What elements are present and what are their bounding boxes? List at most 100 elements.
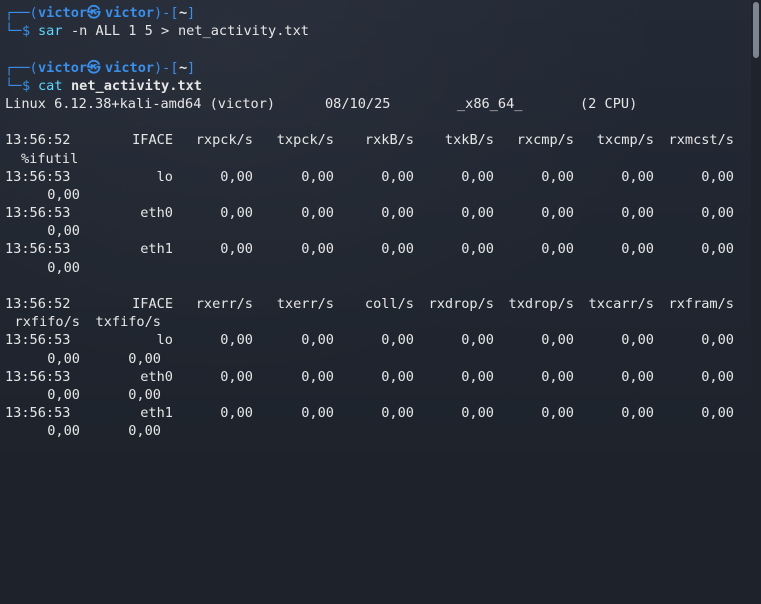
row-wrap-value: 0,00 bbox=[128, 350, 161, 367]
table-row: 13:56:53 lo 0,00 0,00 0,00 0,00 0,00 0,0… bbox=[5, 168, 750, 186]
prompt-bracket-end: ] bbox=[187, 5, 196, 21]
row-value: 0,00 bbox=[220, 405, 253, 422]
prompt-cwd: ~ bbox=[179, 59, 188, 76]
row-value: 0,00 bbox=[220, 368, 253, 385]
table-header-txpck: txpck/s bbox=[276, 132, 334, 149]
row-time: 13:56:53 bbox=[5, 405, 71, 422]
prompt-cwd: ~ bbox=[179, 5, 188, 21]
prompt-user: victor bbox=[38, 5, 88, 21]
row-wrap-value: 0,00 bbox=[47, 186, 80, 203]
table-header-iface: IFACE bbox=[132, 132, 173, 149]
scrollbar-thumb[interactable] bbox=[753, 2, 759, 58]
scrollbar-track[interactable] bbox=[751, 0, 761, 452]
table-header-wrap: %ifutil bbox=[5, 150, 750, 168]
prompt-user: victor bbox=[38, 59, 88, 76]
prompt-frame-top: ┌──( bbox=[5, 59, 38, 76]
prompt-at-symbol: ㉿ bbox=[87, 59, 101, 76]
row-value: 0,00 bbox=[621, 332, 654, 349]
row-time: 13:56:53 bbox=[5, 168, 71, 185]
prompt-frame-bottom: └─ bbox=[5, 77, 22, 94]
row-wrap-value: 0,00 bbox=[128, 423, 161, 440]
row-value: 0,00 bbox=[381, 332, 414, 349]
row-value: 0,00 bbox=[461, 368, 494, 385]
row-wrap-value: 0,00 bbox=[47, 259, 80, 276]
table-header-txcarr: txcarr/s bbox=[588, 296, 654, 312]
row-value: 0,00 bbox=[701, 332, 734, 349]
table-header-time: 13:56:52 bbox=[5, 296, 71, 312]
row-value: 0,00 bbox=[701, 405, 734, 422]
prompt-host: victor bbox=[105, 59, 155, 76]
row-value: 0,00 bbox=[621, 368, 654, 385]
row-value: 0,00 bbox=[621, 205, 654, 222]
sysinfo-kernel: Linux 6.12.38+kali-amd64 (victor) bbox=[5, 95, 276, 112]
table-row: 13:56:53 eth0 0,00 0,00 0,00 0,00 0,00 0… bbox=[5, 368, 750, 386]
command-name: sar bbox=[38, 23, 63, 40]
table-header-ifutil: %ifutil bbox=[21, 150, 79, 167]
row-value: 0,00 bbox=[301, 205, 334, 222]
row-value: 0,00 bbox=[301, 168, 334, 185]
table-row-wrap: 0,00 0,00 bbox=[5, 386, 750, 404]
table-header-row: 13:56:52 IFACE rxpck/s txpck/s rxkB/s tx… bbox=[5, 131, 750, 149]
row-value: 0,00 bbox=[461, 205, 494, 222]
command-target-file: net_activity.txt bbox=[178, 23, 309, 40]
table-row: 13:56:53 eth1 0,00 0,00 0,00 0,00 0,00 0… bbox=[5, 404, 750, 422]
command-name: cat bbox=[38, 77, 63, 94]
prompt-host: victor bbox=[105, 5, 155, 21]
table-row: 13:56:53 eth1 0,00 0,00 0,00 0,00 0,00 0… bbox=[5, 240, 750, 258]
table-header-rxerr: rxerr/s bbox=[195, 296, 253, 312]
table-header-rxcmp: rxcmp/s bbox=[516, 132, 574, 149]
row-value: 0,00 bbox=[301, 332, 334, 349]
table-header-rxpck: rxpck/s bbox=[195, 132, 253, 149]
row-value: 0,00 bbox=[381, 368, 414, 385]
row-value: 0,00 bbox=[301, 368, 334, 385]
row-value: 0,00 bbox=[461, 332, 494, 349]
table-header-txdrop: txdrop/s bbox=[508, 296, 574, 312]
sysinfo-arch: _x86_64_ bbox=[457, 95, 523, 112]
row-iface: eth1 bbox=[140, 241, 173, 258]
row-value: 0,00 bbox=[301, 405, 334, 422]
table-row: 13:56:53 eth0 0,00 0,00 0,00 0,00 0,00 0… bbox=[5, 204, 750, 222]
table-header-row: 13:56:52 IFACE rxerr/s txerr/s coll/s rx… bbox=[5, 295, 750, 313]
prompt-frame-top: ┌──( bbox=[5, 5, 38, 21]
row-value: 0,00 bbox=[541, 368, 574, 385]
prompt-header-line: ┌──(victor ㉿ victor)-[~] bbox=[5, 4, 750, 22]
sysinfo-date: 08/10/25 bbox=[325, 95, 391, 112]
prompt-command-line: └─ $ sar -n ALL 1 5 > net_activity.txt bbox=[5, 22, 750, 40]
row-value: 0,00 bbox=[220, 168, 253, 185]
row-value: 0,00 bbox=[621, 405, 654, 422]
row-value: 0,00 bbox=[220, 241, 253, 258]
row-wrap-value: 0,00 bbox=[128, 386, 161, 403]
row-wrap-value: 0,00 bbox=[47, 386, 80, 403]
row-value: 0,00 bbox=[541, 332, 574, 349]
row-value: 0,00 bbox=[701, 368, 734, 385]
row-value: 0,00 bbox=[621, 241, 654, 258]
table-row-wrap: 0,00 0,00 bbox=[5, 350, 750, 368]
row-iface: eth0 bbox=[140, 368, 173, 385]
table-row: 13:56:53 lo 0,00 0,00 0,00 0,00 0,00 0,0… bbox=[5, 331, 750, 349]
prompt-bracket-mid: )-[ bbox=[154, 59, 179, 76]
row-time: 13:56:53 bbox=[5, 332, 71, 349]
terminal-window[interactable]: ┌──(victor ㉿ victor)-[~] └─ $ sar -n ALL 1 5 >… bbox=[0, 0, 761, 452]
row-iface: lo bbox=[156, 332, 173, 349]
table-header-txcmp: txcmp/s bbox=[596, 132, 654, 149]
command-target-file: net_activity.txt bbox=[71, 77, 202, 94]
row-value: 0,00 bbox=[541, 405, 574, 422]
row-value: 0,00 bbox=[381, 241, 414, 258]
prompt-command-line: └─ $ cat net_activity.txt bbox=[5, 77, 750, 95]
terminal-output[interactable]: ┌──(victor ㉿ victor)-[~] └─ $ sar -n ALL 1 5 >… bbox=[5, 4, 750, 441]
row-iface: eth1 bbox=[140, 405, 173, 422]
row-value: 0,00 bbox=[541, 168, 574, 185]
prompt-dollar: $ bbox=[22, 77, 31, 94]
prompt-dollar: $ bbox=[22, 23, 31, 40]
row-value: 0,00 bbox=[220, 205, 253, 222]
table-header-coll: coll/s bbox=[364, 296, 414, 312]
row-value: 0,00 bbox=[461, 405, 494, 422]
table-row-wrap: 0,00 bbox=[5, 259, 750, 277]
row-value: 0,00 bbox=[381, 405, 414, 422]
row-value: 0,00 bbox=[621, 168, 654, 185]
table-header-iface: IFACE bbox=[132, 296, 173, 312]
row-value: 0,00 bbox=[541, 241, 574, 258]
row-value: 0,00 bbox=[701, 205, 734, 222]
table-row-wrap: 0,00 bbox=[5, 186, 750, 204]
